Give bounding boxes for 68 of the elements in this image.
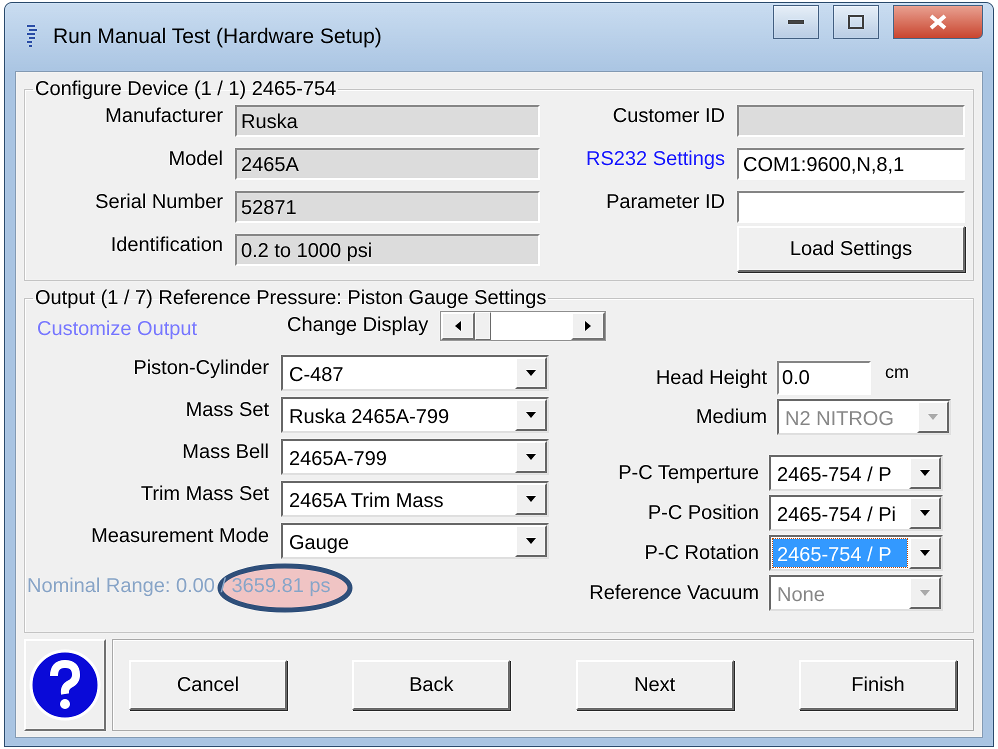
dropdown[interactable]: 2465-754 / Pi (769, 495, 943, 531)
dropdown-value: 2465-754 / Pi (776, 503, 897, 527)
field-label: Head Height (654, 366, 767, 390)
dropdown-value: None (776, 583, 826, 607)
field-label: Model (168, 148, 223, 171)
field-label: P-C Rotation (644, 542, 759, 564)
dialog-button[interactable]: Back (352, 660, 510, 710)
dropdown-button[interactable] (515, 525, 547, 557)
text-field[interactable]: 52871 (235, 191, 540, 223)
scroll-left-button[interactable] (441, 312, 476, 340)
field-label: Medium (694, 406, 767, 428)
help-icon (28, 648, 102, 722)
dropdown-button[interactable] (909, 457, 941, 489)
close-icon (929, 14, 947, 30)
field-label: P-C Temperture (617, 462, 759, 484)
field-label: Mass Bell (181, 440, 269, 464)
dropdown[interactable]: 2465-754 / P (769, 455, 943, 491)
dialog-button[interactable]: Next (576, 660, 734, 710)
maximize-icon (848, 15, 864, 29)
text-field[interactable]: 0.2 to 1000 psi (235, 234, 540, 266)
text-field[interactable]: COM1:9600,N,8,1 (737, 148, 965, 180)
field-label: Identification (110, 234, 223, 257)
head-height-field[interactable]: 0.0 (777, 361, 871, 395)
unit-label: cm (885, 362, 909, 382)
dropdown[interactable]: Ruska 2465A-799 (281, 397, 549, 433)
help-button[interactable] (24, 639, 106, 731)
text-field[interactable]: Ruska (235, 105, 540, 137)
dropdown-button[interactable] (909, 497, 941, 529)
dialog-button[interactable]: Finish (798, 660, 957, 710)
text-field[interactable]: 2465A (235, 148, 540, 180)
dropdown-button[interactable] (515, 357, 547, 389)
maximize-button[interactable] (833, 5, 879, 39)
field-label: P-C Position (646, 502, 759, 524)
field-label: Measurement Mode (90, 524, 269, 548)
dropdown-button[interactable] (909, 537, 941, 569)
group-legend: Configure Device (1 / 1) 2465-754 (33, 78, 338, 101)
dropdown-value: 2465-754 / P (773, 539, 907, 567)
field-label: Trim Mass Set (140, 482, 269, 506)
text-field[interactable] (737, 191, 965, 223)
dialog-button[interactable]: Cancel (129, 660, 287, 710)
dropdown-button[interactable] (515, 483, 547, 515)
change-display-label: Change Display (287, 314, 428, 337)
field-label: Manufacturer (104, 105, 223, 128)
window-title: Run Manual Test (Hardware Setup) (53, 25, 383, 49)
minimize-button[interactable] (773, 5, 819, 39)
text-field[interactable] (737, 105, 965, 137)
dropdown-value: 2465-754 / P (776, 463, 893, 487)
load-settings-button[interactable]: Load Settings (737, 226, 965, 272)
dropdown[interactable]: Gauge (281, 523, 549, 559)
dropdown-button[interactable] (515, 441, 547, 473)
scroll-thumb[interactable] (475, 312, 492, 340)
settings-link[interactable]: RS232 Settings (552, 148, 725, 171)
minimize-icon (788, 19, 804, 25)
dropdown[interactable]: 2465A-799 (281, 439, 549, 475)
field-label: Reference Vacuum (588, 582, 759, 604)
field-label: Parameter ID (605, 191, 725, 214)
scroll-right-button[interactable] (571, 312, 606, 340)
close-button[interactable] (893, 5, 983, 39)
field-label: Customer ID (612, 105, 725, 128)
field-label: Serial Number (94, 191, 223, 214)
scroll-bar[interactable] (440, 310, 606, 340)
dropdown[interactable]: C-487 (281, 355, 549, 391)
app-icon (25, 24, 39, 50)
field-label: Mass Set (184, 398, 269, 422)
field-label: Piston-Cylinder (132, 356, 269, 380)
group-legend: Output (1 / 7) Reference Pressure: Piston Gauge Settings (33, 287, 548, 310)
dropdown[interactable]: 2465A Trim Mass (281, 481, 549, 517)
dropdown-button[interactable] (515, 399, 547, 431)
